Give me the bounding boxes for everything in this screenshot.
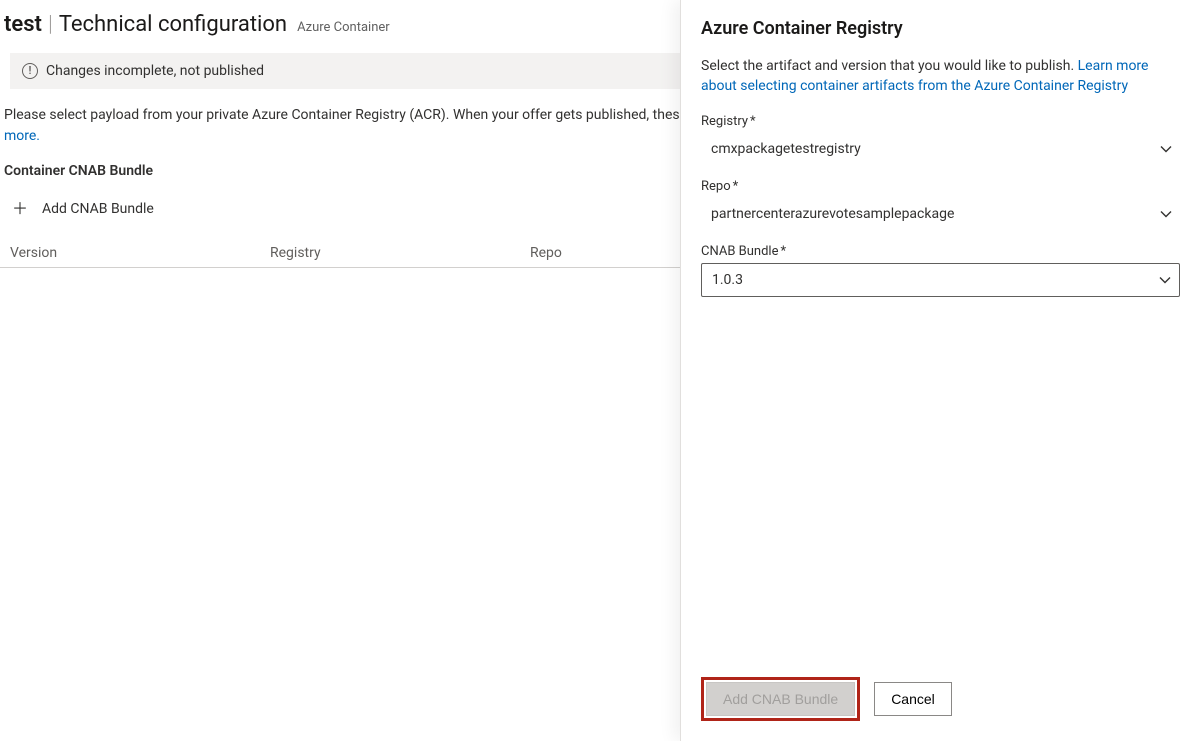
page-title: Technical configuration (59, 12, 287, 37)
header-separator: | (42, 12, 59, 37)
cnab-bundle-value: 1.0.3 (712, 272, 743, 288)
highlight-frame: Add CNAB Bundle (701, 677, 860, 721)
cnab-bundle-label: CNAB Bundle* (701, 244, 1180, 259)
repo-select[interactable]: partnercenterazurevotesamplepackage (701, 198, 1180, 230)
registry-field: Registry* cmxpackagetestregistry (701, 114, 1180, 165)
add-cnab-bundle-submit-button[interactable]: Add CNAB Bundle (706, 682, 855, 716)
page-subtitle: Azure Container (297, 20, 390, 35)
col-registry: Registry (270, 245, 530, 261)
plus-icon: ＋ (12, 201, 28, 217)
status-text: Changes incomplete, not published (46, 63, 264, 79)
registry-select[interactable]: cmxpackagetestregistry (701, 133, 1180, 165)
chevron-down-icon (1160, 143, 1172, 155)
registry-required: * (750, 114, 756, 129)
repo-label-text: Repo (701, 179, 731, 194)
cnab-bundle-label-text: CNAB Bundle (701, 244, 779, 259)
cancel-button[interactable]: Cancel (874, 682, 952, 716)
repo-value: partnercenterazurevotesamplepackage (711, 206, 954, 222)
chevron-down-icon (1159, 274, 1171, 286)
repo-required: * (733, 179, 739, 194)
registry-label: Registry* (701, 114, 1180, 129)
panel-title: Azure Container Registry (701, 18, 1180, 39)
cnab-bundle-required: * (781, 244, 787, 259)
cnab-bundle-select[interactable]: 1.0.3 (701, 263, 1180, 297)
repo-label: Repo* (701, 179, 1180, 194)
cnab-bundle-field: CNAB Bundle* 1.0.3 (701, 244, 1180, 297)
panel-desc-text: Select the artifact and version that you… (701, 58, 1078, 74)
side-panel: Azure Container Registry Select the arti… (680, 0, 1200, 741)
registry-label-text: Registry (701, 114, 748, 129)
registry-value: cmxpackagetestregistry (711, 141, 861, 157)
panel-description: Select the artifact and version that you… (701, 57, 1180, 96)
side-panel-body: Azure Container Registry Select the arti… (681, 0, 1200, 663)
warning-icon (22, 63, 38, 79)
add-cnab-bundle-label: Add CNAB Bundle (42, 201, 154, 217)
panel-footer: Add CNAB Bundle Cancel (681, 663, 1200, 741)
repo-field: Repo* partnercenterazurevotesamplepackag… (701, 179, 1180, 230)
offer-name: test (4, 12, 42, 37)
chevron-down-icon (1160, 208, 1172, 220)
col-version: Version (10, 245, 270, 261)
